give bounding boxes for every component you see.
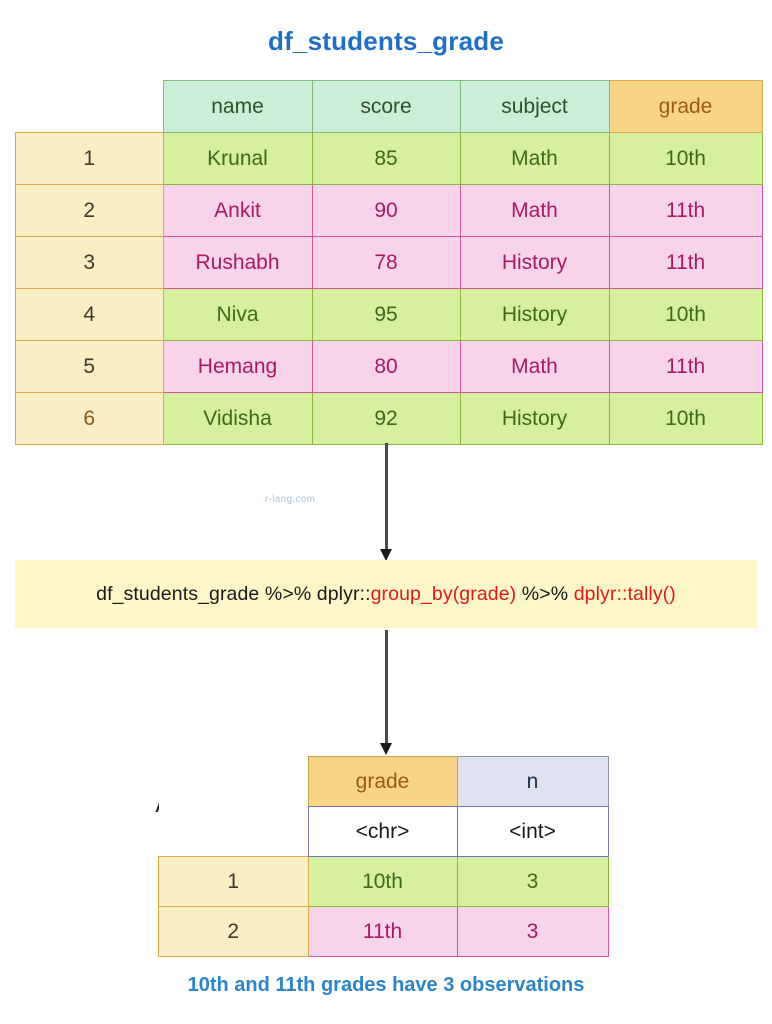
cell-name: Vidisha	[162, 392, 313, 445]
result-cell-grade: 10th	[307, 856, 458, 907]
result-row-index: 2	[158, 906, 309, 957]
row-index: 2	[15, 184, 164, 237]
table-row: 1 Krunal 85 Math 10th	[15, 132, 763, 185]
cell-grade: 11th	[608, 236, 763, 289]
result-cell-grade: 11th	[307, 906, 458, 957]
cell-subject: History	[459, 236, 610, 289]
cell-name: Hemang	[162, 340, 313, 393]
row-index: 1	[15, 132, 164, 185]
table-row: 1 10th 3	[158, 856, 609, 907]
code-segment-prefix: df_students_grade %>% dplyr::	[96, 582, 371, 605]
cell-name: Rushabh	[162, 236, 313, 289]
cell-score: 85	[311, 132, 461, 185]
code-snippet-box: df_students_grade %>% dplyr::group_by(gr…	[15, 560, 757, 628]
row-index: 4	[15, 288, 164, 341]
arrow-shaft	[385, 443, 388, 551]
page-title: df_students_grade	[267, 26, 504, 56]
cell-subject: Math	[459, 184, 610, 237]
header-cell-subject: subject	[459, 80, 610, 133]
result-type-cell-grade: <chr>	[307, 806, 458, 857]
cell-subject: History	[459, 392, 610, 445]
table-row: 5 Hemang 80 Math 11th	[15, 340, 763, 393]
arrow-shaft	[385, 630, 388, 745]
result-type-cell-index	[158, 806, 308, 857]
header-cell-grade: grade	[608, 80, 763, 133]
table-row: 2 Ankit 90 Math 11th	[15, 184, 763, 237]
cell-grade: 11th	[608, 340, 763, 393]
table-row: 3 Rushabh 78 History 11th	[15, 236, 763, 289]
result-header-row: grade n	[158, 756, 609, 807]
watermark: r-lang.com	[265, 494, 316, 505]
cell-grade: 10th	[608, 392, 763, 445]
code-segment-group-by: group_by(grade)	[370, 582, 517, 605]
cell-score: 90	[311, 184, 461, 237]
result-tibble-table: grade n <chr> <int> 1 10th 3 2 11th 3	[158, 756, 609, 957]
cell-name: Niva	[162, 288, 313, 341]
result-type-row: <chr> <int>	[158, 806, 609, 857]
cell-grade: 11th	[608, 184, 763, 237]
header-cell-name: name	[162, 80, 313, 133]
cell-subject: Math	[459, 340, 610, 393]
code-segment-pipe: %>%	[516, 582, 574, 605]
summary-caption: 10th and 11th grades have 3 observations	[187, 974, 585, 996]
table-header-row: name score subject grade	[15, 80, 763, 133]
cell-grade: 10th	[608, 132, 763, 185]
table-row: 2 11th 3	[158, 906, 609, 957]
cell-name: Krunal	[162, 132, 313, 185]
row-index: 3	[15, 236, 164, 289]
cell-grade: 10th	[608, 288, 763, 341]
header-cell-index	[15, 80, 163, 133]
table-row: 6 Vidisha 92 History 10th	[15, 392, 763, 445]
cell-subject: History	[459, 288, 610, 341]
result-header-cell-n: n	[456, 756, 609, 807]
cell-score: 80	[311, 340, 461, 393]
code-text: df_students_grade %>% dplyr::group_by(gr…	[96, 583, 676, 606]
code-segment-tally: dplyr::tally()	[573, 582, 676, 605]
cell-score: 92	[311, 392, 461, 445]
result-header-cell-grade: grade	[307, 756, 458, 807]
result-row-index: 1	[158, 856, 309, 907]
row-index: 6	[15, 392, 164, 445]
source-dataframe-table: name score subject grade 1 Krunal 85 Mat…	[15, 80, 763, 445]
result-header-cell-index	[158, 756, 308, 807]
table-row: 4 Niva 95 History 10th	[15, 288, 763, 341]
cell-subject: Math	[459, 132, 610, 185]
result-cell-n: 3	[456, 906, 609, 957]
cell-score: 78	[311, 236, 461, 289]
row-index: 5	[15, 340, 164, 393]
cell-name: Ankit	[162, 184, 313, 237]
result-type-cell-n: <int>	[456, 806, 609, 857]
arrow-head-icon	[380, 743, 392, 755]
header-cell-score: score	[311, 80, 461, 133]
result-cell-n: 3	[456, 856, 609, 907]
cell-score: 95	[311, 288, 461, 341]
